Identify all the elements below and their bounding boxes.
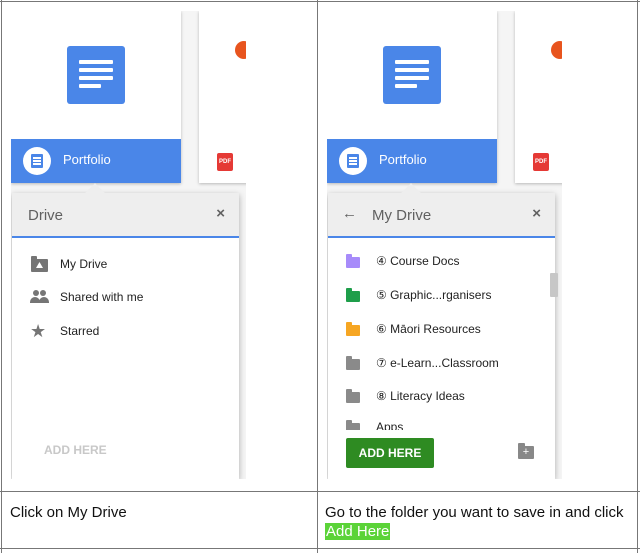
close-icon[interactable]: × bbox=[532, 205, 541, 222]
google-doc-icon bbox=[383, 46, 441, 104]
close-icon[interactable]: × bbox=[216, 205, 225, 222]
add-here-highlight: Add Here bbox=[325, 523, 391, 540]
right-caption-text: Go to the folder you want to save in and… bbox=[325, 504, 624, 521]
doc-small-icon bbox=[339, 147, 367, 175]
menu-item-shared-with-me[interactable]: Shared with me bbox=[30, 285, 143, 309]
dialog-header: ← My Drive × bbox=[328, 193, 555, 238]
table-border-left bbox=[1, 0, 2, 553]
left-caption: Click on My Drive bbox=[10, 504, 127, 521]
portfolio-card[interactable]: Portfolio bbox=[11, 11, 181, 183]
my-drive-icon bbox=[30, 255, 50, 273]
menu-item-label: Shared with me bbox=[60, 290, 144, 304]
add-here-button[interactable]: ADD HERE bbox=[346, 438, 434, 468]
star-icon: ★ bbox=[30, 321, 47, 341]
orange-circle-icon bbox=[551, 41, 562, 59]
pdf-icon: PDF bbox=[217, 153, 233, 171]
table-divider-horizontal bbox=[0, 491, 640, 492]
pdf-icon: PDF bbox=[533, 153, 549, 171]
table-border-right bbox=[637, 0, 638, 553]
pdf-card[interactable]: PDF bbox=[199, 11, 246, 183]
portfolio-label: Portfolio bbox=[63, 152, 111, 167]
menu-item-starred[interactable]: ★ Starred bbox=[30, 319, 99, 343]
folder-label: ⑤ Graphic...rganisers bbox=[376, 288, 492, 302]
google-doc-icon bbox=[67, 46, 125, 104]
folder-icon bbox=[346, 320, 366, 338]
folder-e-learn-classroom[interactable]: ⑦ e-Learn...Classroom bbox=[346, 351, 499, 375]
folder-label: Apps bbox=[376, 420, 404, 430]
dialog-header: Drive × bbox=[12, 193, 239, 238]
back-arrow-icon[interactable]: ← bbox=[342, 205, 357, 222]
menu-item-label: My Drive bbox=[60, 257, 108, 271]
folder-label: ⑥ Māori Resources bbox=[376, 322, 481, 336]
doc-small-icon bbox=[23, 147, 51, 175]
folder-graphic-organisers[interactable]: ⑤ Graphic...rganisers bbox=[346, 283, 491, 307]
orange-circle-icon bbox=[235, 41, 246, 59]
folder-label: ⑦ e-Learn...Classroom bbox=[376, 356, 499, 370]
left-screenshot: Portfolio PDF Drive × My Drive Shared wi… bbox=[11, 11, 246, 479]
menu-item-label: Starred bbox=[60, 324, 100, 338]
shared-folder-icon bbox=[346, 387, 366, 405]
people-icon bbox=[30, 288, 50, 306]
table-divider-bottom bbox=[0, 548, 640, 549]
menu-item-my-drive[interactable]: My Drive bbox=[30, 252, 107, 276]
folder-label: ⑧ Literacy Ideas bbox=[376, 389, 465, 403]
portfolio-card[interactable]: Portfolio bbox=[327, 11, 497, 183]
new-folder-icon[interactable]: + bbox=[518, 443, 534, 459]
folder-label: ④ Course Docs bbox=[376, 254, 460, 268]
shared-folder-icon bbox=[346, 286, 366, 304]
right-screenshot: Portfolio PDF ← My Drive × ④ Course Docs… bbox=[327, 11, 562, 479]
pdf-card[interactable]: PDF bbox=[515, 11, 562, 183]
folder-apps[interactable]: Apps bbox=[346, 418, 403, 430]
dialog-title: My Drive bbox=[372, 207, 432, 224]
portfolio-bar[interactable]: Portfolio bbox=[11, 139, 181, 183]
folder-literacy-ideas[interactable]: ⑧ Literacy Ideas bbox=[346, 384, 465, 408]
right-caption: Go to the folder you want to save in and… bbox=[325, 503, 630, 541]
folder-icon bbox=[346, 252, 366, 270]
drive-dialog: Drive × My Drive Shared with me ★ Starre… bbox=[12, 183, 239, 479]
add-here-button-disabled[interactable]: ADD HERE bbox=[44, 443, 107, 457]
folder-icon bbox=[346, 354, 366, 372]
folder-course-docs[interactable]: ④ Course Docs bbox=[346, 249, 459, 273]
folder-icon bbox=[346, 418, 366, 430]
scrollbar[interactable] bbox=[550, 273, 558, 297]
my-drive-dialog: ← My Drive × ④ Course Docs ⑤ Graphic...r… bbox=[328, 183, 558, 479]
table-divider-vertical bbox=[317, 0, 318, 553]
folder-maori-resources[interactable]: ⑥ Māori Resources bbox=[346, 317, 481, 341]
dialog-title: Drive bbox=[28, 207, 64, 224]
portfolio-bar[interactable]: Portfolio bbox=[327, 139, 497, 183]
table-border-top bbox=[0, 1, 640, 2]
portfolio-label: Portfolio bbox=[379, 152, 427, 167]
